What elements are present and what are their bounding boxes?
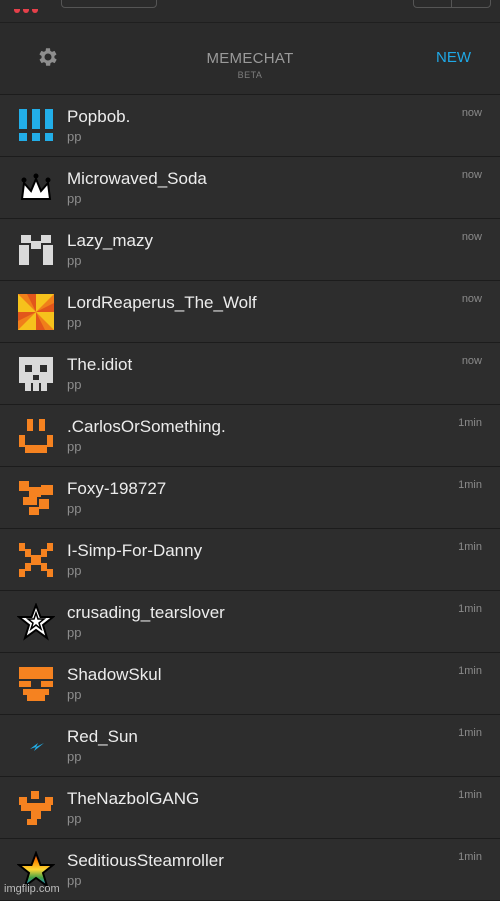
top-field[interactable] xyxy=(61,0,157,8)
chat-name: I-Simp-For-Danny xyxy=(67,541,203,560)
chat-row[interactable]: TheNazbolGANG pp 1min xyxy=(0,777,500,839)
chat-time: 1min xyxy=(458,541,482,553)
chat-preview: pp xyxy=(67,191,82,206)
chat-name: SeditiousSteamroller xyxy=(67,851,224,870)
chat-row[interactable]: Popbob. pp now xyxy=(0,95,500,157)
chat-preview: pp xyxy=(67,129,82,144)
orange-totem-icon xyxy=(19,791,53,825)
blue-lightning-icon xyxy=(30,743,44,751)
chat-name: .CarlosOrSomething. xyxy=(67,417,226,436)
chat-name: The.idiot xyxy=(67,355,133,374)
chat-preview: pp xyxy=(67,253,82,268)
chat-time: 1min xyxy=(458,665,482,677)
status-dots-icon xyxy=(14,0,48,13)
app-subtitle: BETA xyxy=(237,70,263,80)
chat-time: 1min xyxy=(458,851,482,863)
chat-row[interactable]: ShadowSkul pp 1min xyxy=(0,653,500,715)
pinwheel-icon xyxy=(18,294,54,330)
watermark: imgflip.com xyxy=(4,883,60,895)
chat-row[interactable]: Red_Sun pp 1min xyxy=(0,715,500,777)
chat-row[interactable]: The.idiot pp now xyxy=(0,343,500,405)
chat-time: now xyxy=(461,231,482,243)
app-title: MEMECHAT xyxy=(206,50,294,67)
chat-row[interactable]: LordReaperus_The_Wolf pp now xyxy=(0,281,500,343)
chat-preview: pp xyxy=(67,563,82,578)
chat-time: 1min xyxy=(458,789,482,801)
chat-preview: pp xyxy=(67,873,82,888)
chat-preview: pp xyxy=(67,749,82,764)
chat-row[interactable]: Lazy_mazy pp now xyxy=(0,219,500,281)
chat-time: 1min xyxy=(458,417,482,429)
orange-skull-icon xyxy=(19,667,53,701)
white-pixel-mask-icon xyxy=(19,235,53,265)
chat-name: LordReaperus_The_Wolf xyxy=(67,293,257,312)
star-outline-icon xyxy=(17,603,55,641)
top-button-group[interactable] xyxy=(413,0,491,8)
chat-preview: pp xyxy=(67,687,82,702)
chat-row[interactable]: crusading_tearslover pp 1min xyxy=(0,591,500,653)
chat-name: Foxy-198727 xyxy=(67,479,167,498)
chat-preview: pp xyxy=(67,811,82,826)
chat-name: TheNazbolGANG xyxy=(67,789,200,808)
orange-smile-icon xyxy=(19,419,53,453)
chat-time: 1min xyxy=(458,603,482,615)
chat-time: 1min xyxy=(458,479,482,491)
chat-time: now xyxy=(461,355,482,367)
chat-time: now xyxy=(461,293,482,305)
orange-creeper-icon xyxy=(19,543,53,577)
orange-pixel-icon xyxy=(19,481,53,515)
chat-list: Popbob. pp now Microwaved_Soda pp now La… xyxy=(0,95,500,901)
chat-preview: pp xyxy=(67,315,82,330)
chat-preview: pp xyxy=(67,377,82,392)
blue-bars-icon xyxy=(19,109,53,141)
chat-time: now xyxy=(461,107,482,119)
chat-row[interactable]: I-Simp-For-Danny pp 1min xyxy=(0,529,500,591)
chat-time: now xyxy=(461,169,482,181)
chat-preview: pp xyxy=(67,439,82,454)
chat-row[interactable]: Foxy-198727 pp 1min xyxy=(0,467,500,529)
chat-row[interactable]: SeditiousSteamroller pp 1min xyxy=(0,839,500,901)
chat-name: Microwaved_Soda xyxy=(67,169,207,188)
chat-time: 1min xyxy=(458,727,482,739)
new-chat-button[interactable]: NEW xyxy=(436,49,471,66)
chat-name: ShadowSkul xyxy=(67,665,162,684)
top-strip xyxy=(0,0,500,23)
chat-row[interactable]: .CarlosOrSomething. pp 1min xyxy=(0,405,500,467)
chat-preview: pp xyxy=(67,625,82,640)
white-skull-icon xyxy=(19,357,53,391)
chat-name: Lazy_mazy xyxy=(67,231,153,250)
chat-name: crusading_tearslover xyxy=(67,603,225,622)
chat-name: Red_Sun xyxy=(67,727,138,746)
crown-icon xyxy=(20,173,52,200)
chat-row[interactable]: Microwaved_Soda pp now xyxy=(0,157,500,219)
chat-preview: pp xyxy=(67,501,82,516)
chat-name: Popbob. xyxy=(67,107,131,126)
